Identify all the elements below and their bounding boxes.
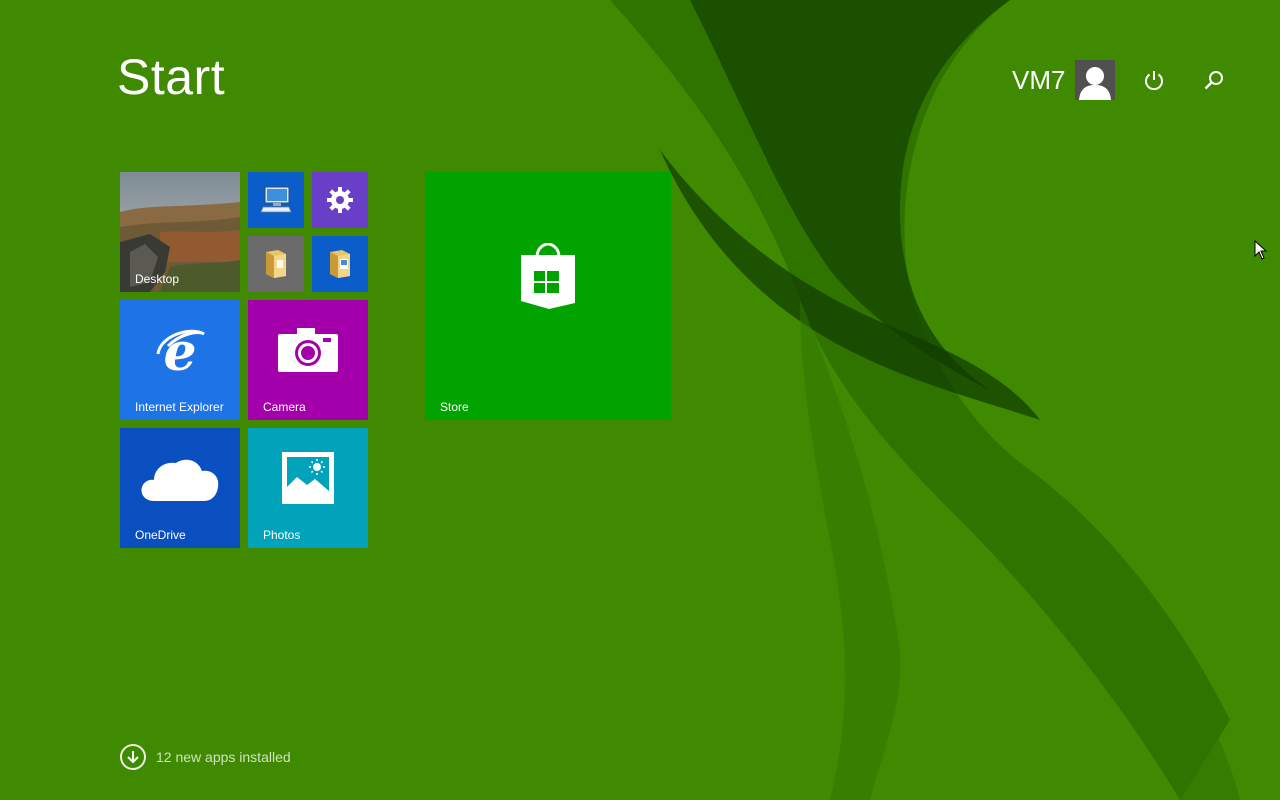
cloud-icon <box>141 459 219 501</box>
ie-icon: e <box>156 322 205 382</box>
tile-label: OneDrive <box>135 528 186 542</box>
tile-label: Photos <box>263 528 301 542</box>
new-apps-text: 12 new apps installed <box>156 749 291 765</box>
user-account[interactable]: VM7 <box>1012 60 1116 100</box>
mouse-cursor-icon <box>1254 240 1268 260</box>
new-apps-installed-link[interactable]: 12 new apps installed <box>120 742 291 772</box>
tile-pc-settings[interactable] <box>312 172 368 228</box>
tile-onedrive[interactable]: OneDrive <box>120 428 240 548</box>
tile-this-pc[interactable] <box>248 172 304 228</box>
tile-desktop[interactable]: Desktop <box>120 172 240 292</box>
tile-label: Internet Explorer <box>135 400 224 414</box>
user-avatar-icon[interactable] <box>1075 60 1116 100</box>
tile-photos[interactable]: Photos <box>248 428 368 548</box>
photo-icon <box>282 452 334 504</box>
tile-internet-explorer[interactable]: e Internet Explorer <box>120 300 240 420</box>
power-icon[interactable] <box>1140 66 1168 94</box>
tile-documents[interactable] <box>312 236 368 292</box>
tile-store[interactable]: Store <box>425 172 671 420</box>
down-arrow-circle-icon <box>120 744 146 770</box>
user-name: VM7 <box>1012 64 1066 95</box>
computer-icon <box>260 186 292 213</box>
store-bag-icon <box>521 243 575 309</box>
search-icon[interactable] <box>1200 66 1228 94</box>
folder-icon <box>266 250 286 278</box>
tile-label: Desktop <box>135 272 180 286</box>
tile-file-explorer[interactable] <box>248 236 304 292</box>
documents-folder-icon <box>330 250 350 278</box>
camera-icon <box>278 328 338 372</box>
tile-camera[interactable]: Camera <box>248 300 368 420</box>
tile-label: Camera <box>263 400 306 414</box>
tile-label: Store <box>440 400 469 414</box>
start-title: Start <box>117 49 226 105</box>
gear-icon <box>327 187 353 213</box>
